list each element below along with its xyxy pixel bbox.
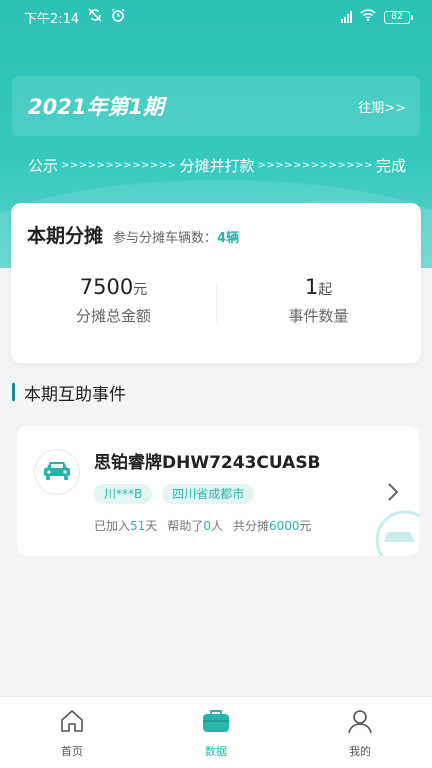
status-bar: 下午2:14 82 xyxy=(0,0,432,34)
amount-unit: 元 xyxy=(133,282,148,298)
progress-steps: 公示 >>>>>>>>>>>>> 分摊并打款 >>>>>>>>>>>>> 完成 xyxy=(0,152,432,178)
section-title: 本期互助事件 xyxy=(12,380,126,405)
nav-data-label: 数据 xyxy=(205,745,227,758)
step-arrows: >>>>>>>>>>>>> xyxy=(257,159,373,171)
nav-data[interactable]: 数据 xyxy=(166,706,266,759)
participants-text: 参与分摊车辆数：4辆 xyxy=(113,231,240,246)
briefcase-icon xyxy=(201,708,231,738)
history-link[interactable]: 往期>> xyxy=(358,97,406,116)
event-card[interactable]: 思铂睿牌DHW7243CUASB 川***B 四川省成都市 已加入51天 帮助了… xyxy=(17,426,419,556)
alarm-icon xyxy=(111,8,125,26)
signal-icon xyxy=(341,11,352,23)
events-label: 事件数量 xyxy=(288,307,349,325)
event-vehicle-name: 思铂睿牌DHW7243CUASB xyxy=(94,453,321,473)
events-value: 1 xyxy=(304,275,319,299)
plate-tag: 川***B xyxy=(94,484,153,504)
car-avatar xyxy=(34,449,80,495)
step-complete: 完成 xyxy=(375,156,406,175)
step-share-pay: 分摊并打款 xyxy=(179,156,255,175)
period-banner: 2021年第1期 往期>> xyxy=(12,76,420,136)
nav-home[interactable]: 首页 xyxy=(22,706,122,759)
joined-days: 已加入51天 xyxy=(94,519,158,533)
nav-home-label: 首页 xyxy=(61,745,83,758)
step-arrows: >>>>>>>>>>>>> xyxy=(61,159,177,171)
event-tags: 川***B 四川省成都市 xyxy=(94,484,255,504)
chevron-right-icon[interactable] xyxy=(387,482,399,502)
nav-mine-label: 我的 xyxy=(349,745,371,758)
status-time: 下午2:14 xyxy=(24,11,80,27)
summary-title: 本期分摊 xyxy=(27,225,104,247)
events-unit: 起 xyxy=(318,282,333,298)
period-title: 2021年第1期 xyxy=(28,95,165,119)
car-icon xyxy=(42,459,72,485)
battery-icon: 82 xyxy=(384,10,413,24)
user-icon xyxy=(347,708,373,738)
amount-value: 7500 xyxy=(79,275,134,299)
events-stat: 1起 事件数量 xyxy=(216,275,421,326)
summary-card: 本期分摊 参与分摊车辆数：4辆 7500元 分摊总金额 1起 事件数量 xyxy=(11,203,421,363)
car-watermark-icon xyxy=(365,500,419,556)
helped-count: 帮助了0人 xyxy=(167,519,223,533)
step-publicity: 公示 xyxy=(28,156,59,175)
event-meta: 已加入51天 帮助了0人 共分摊6000元 xyxy=(94,517,312,534)
wifi-icon xyxy=(360,9,376,25)
section-accent-bar xyxy=(12,383,15,401)
section-title-text: 本期互助事件 xyxy=(24,384,126,405)
participants-count: 4辆 xyxy=(217,231,240,246)
nav-mine[interactable]: 我的 xyxy=(310,706,410,759)
home-icon xyxy=(59,708,85,738)
battery-level: 82 xyxy=(391,11,403,22)
sync-off-icon xyxy=(87,8,103,26)
amount-label: 分摊总金额 xyxy=(75,307,151,325)
location-tag: 四川省成都市 xyxy=(162,484,255,504)
bottom-nav: 首页 数据 我的 xyxy=(0,696,432,768)
amount-stat: 7500元 分摊总金额 xyxy=(11,275,216,326)
shared-amount: 共分摊6000元 xyxy=(232,519,312,533)
